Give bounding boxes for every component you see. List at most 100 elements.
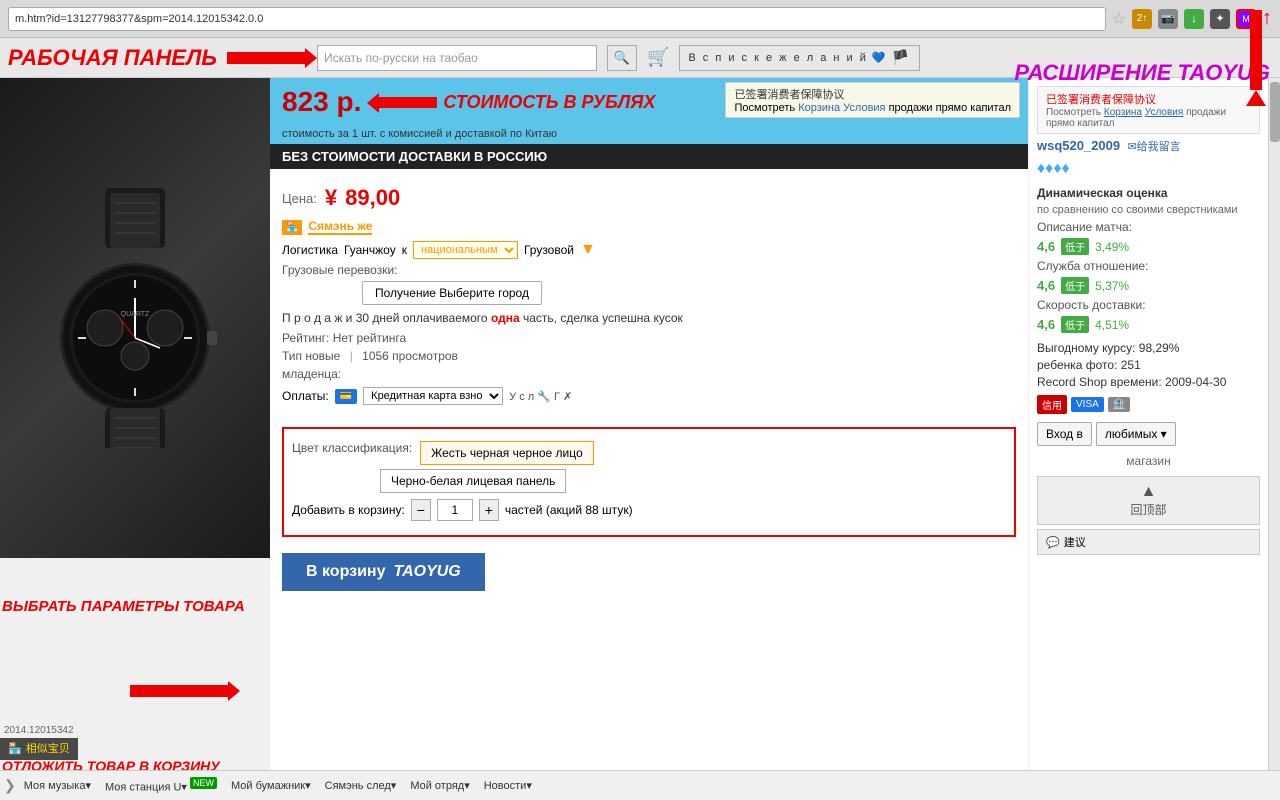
- extension-icon-2[interactable]: 📷: [1158, 9, 1178, 29]
- qty-input[interactable]: [437, 499, 473, 521]
- bottom-nav-siyamen[interactable]: Сямэнь след▾: [319, 777, 403, 794]
- up-arrow-icon: ▲: [1046, 483, 1251, 501]
- rating-label: Рейтинг:: [282, 331, 329, 345]
- seller-name: wsq520_2009: [1037, 138, 1120, 153]
- add-to-cart-button[interactable]: В корзину TAOYUG: [282, 553, 485, 591]
- city-select-row: Получение Выберите город: [362, 281, 1016, 305]
- logistics-method: Грузовой: [524, 243, 574, 257]
- login-btn[interactable]: Вход в: [1037, 422, 1092, 446]
- diamonds: ♦♦♦♦: [1037, 160, 1070, 177]
- sale-rest: часть, сделка успешна кусок: [523, 311, 683, 325]
- qty-text: частей (акций 88 штук): [505, 503, 633, 517]
- cn-link1[interactable]: Корзина: [798, 102, 840, 114]
- wishlist-button[interactable]: В с п и с к е ж е л а н и й 💙 🏴: [679, 45, 920, 71]
- price-annotation-label: СТОИМОСТЬ В РУБЛЯХ: [443, 92, 655, 113]
- url-text: m.htm?id=13127798377&spm=2014.12015342.0…: [15, 13, 263, 25]
- qty-plus-btn[interactable]: +: [479, 499, 499, 521]
- rating-item-2-vals: 4,6 低于 5,37%: [1037, 277, 1260, 294]
- rating-value: Нет рейтинга: [333, 331, 406, 345]
- payment-icons: У с л 🔧 Г ✗: [509, 390, 572, 403]
- cn-text: 已签署消费者保障协议: [734, 86, 1011, 102]
- similar-items-label[interactable]: 🏪 相似宝贝: [0, 736, 78, 760]
- location-row: 🏪 Сямэнь же: [282, 219, 1016, 235]
- cn-view-row: Посмотреть Корзина Условия продажи прямо…: [734, 102, 1011, 114]
- chevron-icon: ▼: [580, 241, 596, 259]
- card-logo: VISA: [1071, 397, 1104, 412]
- store-icon: 🏪: [8, 742, 22, 755]
- back-to-top-btn[interactable]: ▲ 回顶部: [1037, 476, 1260, 525]
- bottom-nav-news[interactable]: Новости▾: [478, 777, 538, 794]
- city-button[interactable]: Получение Выберите город: [362, 281, 542, 305]
- cn-link2[interactable]: Условия: [843, 102, 885, 114]
- sale-row: П р о д а ж и 30 дней оплачиваемого одна…: [282, 311, 1016, 325]
- extension-arrow: [1246, 78, 1266, 106]
- toolbar-annotation-label: РАБОЧАЯ ПАНЕЛЬ: [8, 45, 217, 71]
- bottom-nav-arrow-icon[interactable]: ❯: [4, 777, 16, 794]
- price-banner: 823 р. СТОИМОСТЬ В РУБЛЯХ 已签署消费者保障协议 Пос…: [270, 78, 1028, 126]
- scrollbar-thumb[interactable]: [1270, 82, 1280, 142]
- option2-row: Черно-белая лицевая панель: [380, 469, 1006, 493]
- option-btn-1[interactable]: Жесть черная черное лицо: [420, 441, 593, 465]
- sale-days: 30 дней оплачиваемого: [356, 311, 488, 325]
- params-annotation: ВЫБРАТЬ ПАРАМЕТРЫ ТОВАРА: [2, 598, 245, 615]
- extension-icon-3[interactable]: ↓: [1184, 9, 1204, 29]
- cc-icon: 💳: [335, 389, 357, 404]
- price-arrow-annotation: СТОИМОСТЬ В РУБЛЯХ: [377, 92, 655, 113]
- product-image: QUARTZ: [0, 78, 270, 558]
- params-annotation-text: ВЫБРАТЬ ПАРАМЕТРЫ ТОВАРА: [2, 598, 245, 615]
- rating-val-3: 4,6: [1037, 317, 1055, 332]
- favorites-btn[interactable]: любимых ▾: [1096, 422, 1176, 446]
- price-sub: стоимость за 1 шт. с комиссией и доставк…: [282, 128, 557, 140]
- bottom-nav-music[interactable]: Моя музыка▾: [18, 777, 97, 794]
- wishlist-label: В с п и с к е ж е л а н и й: [688, 52, 867, 64]
- message-icon[interactable]: ✉给我留言: [1127, 141, 1180, 153]
- bottom-nav-station-label: Моя станция U▾: [105, 781, 187, 793]
- color-label: Цвет классификация:: [292, 441, 412, 455]
- logistics-from: Гуанчжоу: [344, 243, 396, 257]
- alipay-logo: 信用: [1037, 395, 1067, 414]
- rating-item-3: Скорость доставки:: [1037, 298, 1260, 312]
- bottom-nav-wallet-label: Мой бумажник▾: [231, 780, 311, 792]
- bookmark-icon[interactable]: ☆: [1112, 9, 1126, 29]
- extension-icon-1[interactable]: 2↑: [1132, 9, 1152, 29]
- extension-annotation: РАСШИРЕНИЕ TAOYUG: [1028, 78, 1268, 86]
- national-select[interactable]: национальным: [413, 241, 518, 259]
- seller-section: wsq520_2009 ✉给我留言: [1037, 138, 1260, 154]
- no-delivery-text: БЕЗ СТОИМОСТИ ДОСТАВКИ В РОССИЮ: [282, 149, 547, 164]
- rating-item-1-vals: 4,6 低于 3,49%: [1037, 238, 1260, 255]
- option-btn-2[interactable]: Черно-белая лицевая панель: [380, 469, 566, 493]
- search-button[interactable]: 🔍: [607, 45, 637, 71]
- bottom-nav-wallet[interactable]: Мой бумажник▾: [225, 777, 317, 794]
- product-area: 823 р. СТОИМОСТЬ В РУБЛЯХ 已签署消费者保障协议 Пос…: [270, 78, 1028, 770]
- search-icon: 🔍: [614, 50, 630, 66]
- cn-text2: продажи прямо капитал: [889, 102, 1011, 114]
- views-text: 1056 просмотров: [362, 349, 458, 363]
- bottom-nav-station[interactable]: Моя станция U▾ NEW: [99, 776, 223, 796]
- price-sub-text: стоимость за 1 шт. с комиссией и доставк…: [270, 126, 1028, 144]
- extension-icon-4[interactable]: ✦: [1210, 9, 1230, 29]
- chevron-down-icon: ▾: [1161, 427, 1167, 441]
- suggest-button[interactable]: 💬 建议: [1037, 529, 1260, 555]
- cn-korz-link[interactable]: Корзина: [1104, 107, 1142, 118]
- discount-text: Выгодному курсу: 98,29%: [1037, 341, 1179, 355]
- cn-cond-link[interactable]: Условия: [1145, 107, 1184, 118]
- price-rub: 823 р.: [282, 86, 361, 118]
- new-badge: NEW: [190, 777, 217, 789]
- price-section: 823 р. СТОИМОСТЬ В РУБЛЯХ 已签署消费者保障协议 Пос…: [270, 78, 1028, 144]
- record-label: Record Shop времени: 2009-04-30: [1037, 375, 1226, 389]
- scrollbar[interactable]: [1268, 78, 1280, 770]
- bottom-nav-squad[interactable]: Мой отряд▾: [404, 777, 475, 794]
- wishlist-icon: 💙: [872, 51, 888, 64]
- url-bar[interactable]: m.htm?id=13127798377&spm=2014.12015342.0…: [8, 7, 1106, 31]
- url-bottom: 2014.12015342: [0, 723, 78, 738]
- bottom-nav: ❯ Моя музыка▾ Моя станция U▾ NEW Мой бум…: [0, 770, 1280, 800]
- record-row: Record Shop времени: 2009-04-30: [1037, 375, 1260, 389]
- payment-row: Оплаты: 💳 Кредитная карта взно У с л 🔧 Г…: [282, 387, 1016, 405]
- search-input[interactable]: Искать по-русски на таобао: [317, 45, 597, 71]
- payment-select[interactable]: Кредитная карта взно: [363, 387, 503, 405]
- rating-label-3: Скорость доставки:: [1037, 298, 1146, 312]
- discount-sub: ребенка фото: 251: [1037, 358, 1141, 372]
- suggest-text: 建议: [1064, 534, 1086, 550]
- qty-minus-btn[interactable]: −: [411, 499, 431, 521]
- type-label: Тип: [282, 349, 302, 363]
